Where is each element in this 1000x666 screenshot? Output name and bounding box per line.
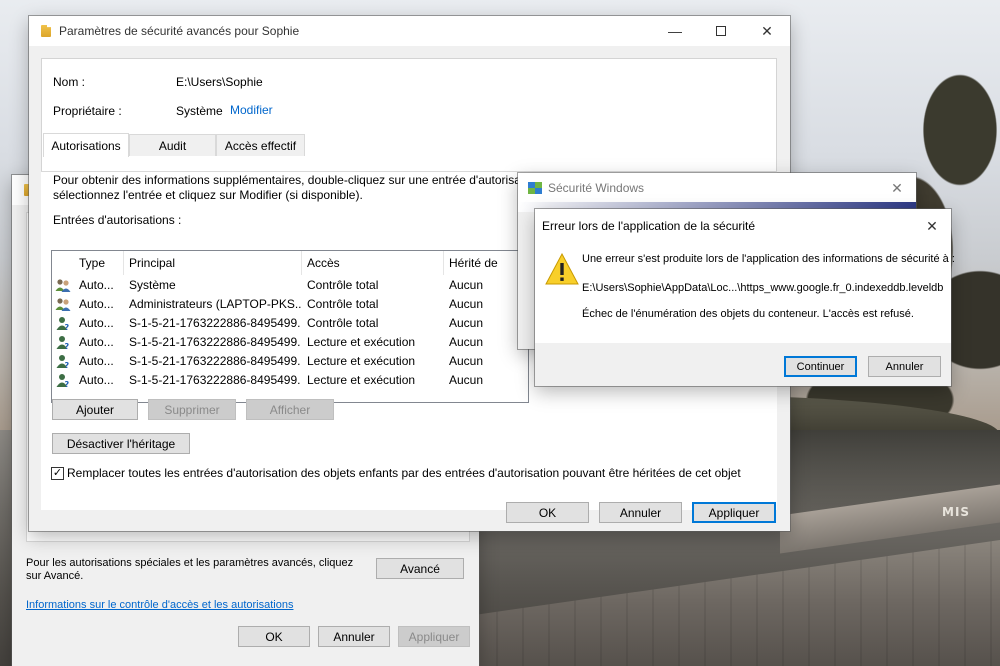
security-shield-icon xyxy=(528,181,542,194)
error-cancel-button[interactable]: Annuler xyxy=(868,356,941,377)
cell-inherited: Aucun xyxy=(449,354,484,368)
minimize-icon: — xyxy=(668,23,682,39)
table-row[interactable]: ? Auto... S-1-5-21-1763222886-8495499...… xyxy=(52,314,528,333)
cell-access: Contrôle total xyxy=(307,278,379,292)
unknown-user-icon: ? xyxy=(56,355,70,369)
replace-child-entries-checkbox[interactable]: ✓ xyxy=(51,467,64,480)
cell-principal: S-1-5-21-1763222886-8495499... xyxy=(129,373,301,387)
main-cancel-button[interactable]: Annuler xyxy=(599,502,682,523)
cell-principal: S-1-5-21-1763222886-8495499... xyxy=(129,335,301,349)
windows-security-title: Sécurité Windows xyxy=(548,180,645,195)
cell-principal: Système xyxy=(129,278,176,292)
cell-inherited: Aucun xyxy=(449,373,484,387)
cell-type: Auto... xyxy=(79,354,114,368)
security-error-dialog: Erreur lors de l'application de la sécur… xyxy=(535,209,955,386)
cell-inherited: Aucun xyxy=(449,316,484,330)
permission-entries-table[interactable]: Type Principal Accès Hérité de Auto... S… xyxy=(51,250,529,403)
cell-inherited: Aucun xyxy=(449,335,484,349)
windows-security-close-button[interactable]: ✕ xyxy=(878,173,916,203)
group-icon xyxy=(55,279,71,292)
column-header-access[interactable]: Accès xyxy=(302,251,444,275)
tab-permissions[interactable]: Autorisations xyxy=(43,133,129,157)
close-icon: ✕ xyxy=(926,217,938,234)
cell-access: Lecture et exécution xyxy=(307,373,416,387)
cell-type: Auto... xyxy=(79,373,114,387)
close-icon: ✕ xyxy=(891,179,903,196)
error-close-button[interactable]: ✕ xyxy=(913,209,951,243)
entries-label: Entrées d'autorisations : xyxy=(53,213,182,227)
folder-icon xyxy=(41,25,51,37)
tab-audit[interactable]: Audit xyxy=(129,134,216,156)
cell-principal: S-1-5-21-1763222886-8495499... xyxy=(129,316,301,330)
name-label: Nom : xyxy=(53,75,86,89)
table-row[interactable]: ? Auto... S-1-5-21-1763222886-8495499...… xyxy=(52,352,528,371)
table-row[interactable]: ? Auto... S-1-5-21-1763222886-8495499...… xyxy=(52,333,528,352)
owner-label: Propriétaire : xyxy=(53,104,122,118)
main-ok-button[interactable]: OK xyxy=(506,502,589,523)
cell-principal: S-1-5-21-1763222886-8495499... xyxy=(129,354,301,368)
close-button[interactable]: ✕ xyxy=(744,16,790,46)
continue-button[interactable]: Continuer xyxy=(784,356,857,377)
minimize-button[interactable]: — xyxy=(652,16,698,46)
error-dialog-title: Erreur lors de l'application de la sécur… xyxy=(542,219,756,233)
unknown-user-icon: ? xyxy=(56,374,70,388)
info-text-line1: Pour obtenir des informations supplément… xyxy=(53,173,521,187)
svg-text:?: ? xyxy=(65,342,70,350)
props-apply-button[interactable]: Appliquer xyxy=(398,626,470,647)
advanced-hint-text: Pour les autorisations spéciales et les … xyxy=(26,557,354,582)
replace-child-entries-label[interactable]: Remplacer toutes les entrées d'autorisat… xyxy=(67,466,741,480)
cell-type: Auto... xyxy=(79,316,114,330)
access-control-help-link[interactable]: Informations sur le contrôle d'accès et … xyxy=(26,599,293,611)
cell-access: Contrôle total xyxy=(307,297,379,311)
maximize-button[interactable] xyxy=(698,16,744,46)
close-icon: ✕ xyxy=(761,22,773,39)
cell-inherited: Aucun xyxy=(449,278,484,292)
svg-text:?: ? xyxy=(65,361,70,369)
error-titlebar[interactable]: Erreur lors de l'application de la sécur… xyxy=(535,209,951,243)
remove-button[interactable]: Supprimer xyxy=(148,399,236,420)
column-header-inherited[interactable]: Hérité de xyxy=(444,251,528,275)
svg-text:?: ? xyxy=(65,380,70,388)
error-message-line2: Échec de l'énumération des objets du con… xyxy=(582,308,914,320)
props-cancel-button[interactable]: Annuler xyxy=(318,626,390,647)
table-row[interactable]: ? Auto... S-1-5-21-1763222886-8495499...… xyxy=(52,371,528,390)
cell-type: Auto... xyxy=(79,278,114,292)
cell-type: Auto... xyxy=(79,297,114,311)
tab-effective-access[interactable]: Accès effectif xyxy=(216,134,305,156)
name-value: E:\Users\Sophie xyxy=(176,75,263,89)
cell-inherited: Aucun xyxy=(449,297,484,311)
maximize-icon xyxy=(716,26,726,36)
disable-inheritance-button[interactable]: Désactiver l'héritage xyxy=(52,433,190,454)
group-icon xyxy=(55,298,71,311)
unknown-user-icon: ? xyxy=(56,336,70,350)
table-row[interactable]: Auto... Système Contrôle total Aucun xyxy=(52,276,528,295)
table-row[interactable]: Auto... Administrateurs (LAPTOP-PKS... C… xyxy=(52,295,528,314)
owner-modify-link[interactable]: Modifier xyxy=(230,103,273,117)
cell-access: Contrôle total xyxy=(307,316,379,330)
cell-access: Lecture et exécution xyxy=(307,335,416,349)
checkmark-icon: ✓ xyxy=(52,467,63,479)
main-window-title: Paramètres de sécurité avancés pour Soph… xyxy=(59,24,300,38)
main-titlebar[interactable]: Paramètres de sécurité avancés pour Soph… xyxy=(29,16,790,46)
view-button[interactable]: Afficher xyxy=(246,399,334,420)
cell-principal: Administrateurs (LAPTOP-PKS... xyxy=(129,297,301,311)
error-message-line1: Une erreur s'est produite lors de l'appl… xyxy=(582,253,955,265)
windows-security-titlebar[interactable]: Sécurité Windows ✕ xyxy=(518,173,916,202)
cell-access: Lecture et exécution xyxy=(307,354,416,368)
error-footer: Continuer Annuler xyxy=(535,343,951,386)
unknown-user-icon: ? xyxy=(56,317,70,331)
advanced-button[interactable]: Avancé xyxy=(376,558,464,579)
info-text-line2: sélectionnez l'entrée et cliquez sur Mod… xyxy=(53,188,363,202)
wall-graffiti: MIS xyxy=(942,505,971,519)
column-header-principal[interactable]: Principal xyxy=(124,251,302,275)
svg-text:?: ? xyxy=(65,323,70,331)
props-ok-button[interactable]: OK xyxy=(238,626,310,647)
owner-value: Système xyxy=(176,104,223,118)
error-path: E:\Users\Sophie\AppData\Loc...\https_www… xyxy=(582,282,944,294)
main-apply-button[interactable]: Appliquer xyxy=(692,502,776,523)
column-header-type[interactable]: Type xyxy=(74,251,124,275)
cell-type: Auto... xyxy=(79,335,114,349)
add-button[interactable]: Ajouter xyxy=(52,399,138,420)
warning-icon xyxy=(545,253,579,285)
